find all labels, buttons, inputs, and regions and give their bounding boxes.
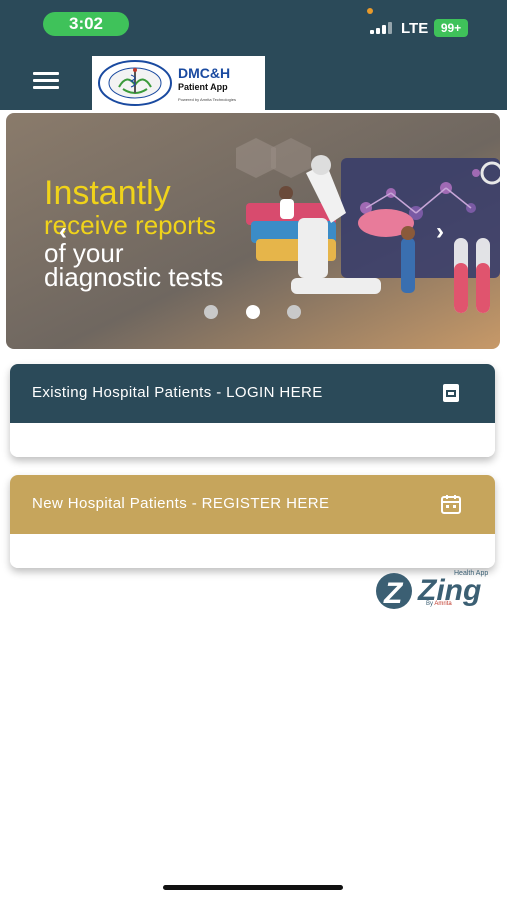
carousel-dot-active[interactable] [246, 305, 260, 319]
app-logo: DMC&H Patient App Powered by Amrita Tech… [92, 56, 265, 110]
card-body [10, 534, 495, 568]
id-card-icon [443, 384, 459, 402]
card-body [10, 423, 495, 457]
carousel-dot[interactable] [287, 305, 301, 319]
calendar-icon [441, 495, 461, 514]
zing-logo: Z Health App Zing By Amrita [376, 570, 494, 612]
new-patient-register-card[interactable]: New Hospital Patients - REGISTER HERE [10, 475, 495, 568]
card-header: Existing Hospital Patients - LOGIN HERE [10, 364, 495, 423]
zing-badge-icon: Z [376, 573, 412, 610]
signal-icon [370, 22, 394, 34]
battery-icon: 99+ [434, 19, 468, 37]
logo-powered-by: Powered by Amrita Technologies [178, 97, 236, 102]
card-header: New Hospital Patients - REGISTER HERE [10, 475, 495, 534]
app-header: 3:02 LTE 99+ DMC&H Patient App Powered b… [0, 0, 507, 110]
hospital-seal-icon [98, 60, 172, 106]
network-label: LTE [401, 20, 429, 37]
menu-icon[interactable] [31, 70, 61, 92]
carousel-prev-icon[interactable]: ‹ [53, 220, 73, 244]
login-label: Existing Hospital Patients - LOGIN HERE [32, 384, 323, 401]
carousel-next-icon[interactable]: › [430, 220, 450, 244]
register-label: New Hospital Patients - REGISTER HERE [32, 495, 330, 512]
home-indicator[interactable] [163, 885, 343, 890]
carousel-dot[interactable] [204, 305, 218, 319]
privacy-indicator [367, 8, 373, 14]
banner-headline-line4: diagnostic tests [44, 262, 224, 292]
logo-title: DMC&H [178, 65, 231, 81]
logo-subtitle: Patient App [178, 82, 228, 92]
status-time: 3:02 [43, 12, 129, 36]
zing-byline: By Amrita [426, 601, 452, 607]
banner-headline-line1: Instantly [44, 174, 171, 212]
existing-patient-login-card[interactable]: Existing Hospital Patients - LOGIN HERE [10, 364, 495, 457]
